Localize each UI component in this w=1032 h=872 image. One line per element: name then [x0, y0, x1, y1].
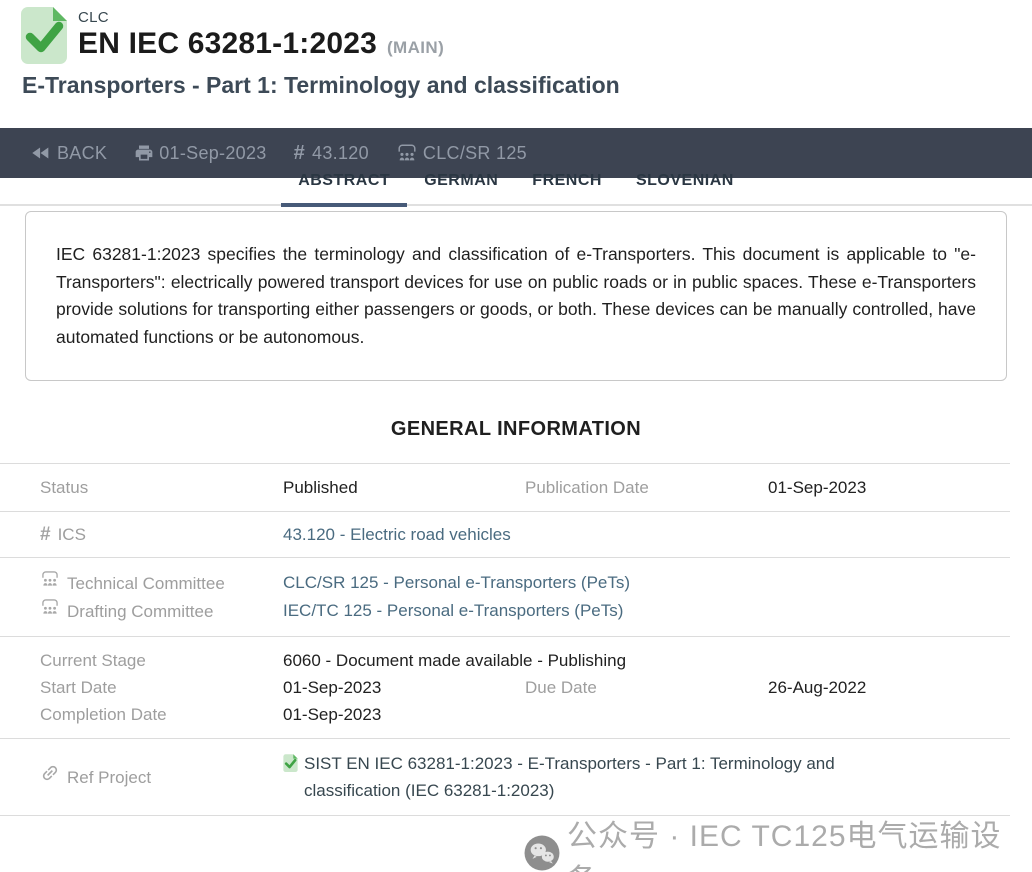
tab-french[interactable]: FRENCH: [515, 172, 619, 204]
status-value: Published: [283, 474, 525, 501]
back-button[interactable]: BACK: [30, 142, 107, 164]
drafting-committee-label: Drafting Committee: [40, 597, 283, 625]
current-stage-value: 6060 - Document made available - Publish…: [283, 647, 1010, 674]
ics-value-link[interactable]: 43.120 - Electric road vehicles: [283, 521, 1010, 548]
technical-committee-value[interactable]: CLC/SR 125 - Personal e-Transporters (Pe…: [283, 569, 1010, 597]
technical-committee-label: Technical Committee: [40, 569, 283, 597]
standard-detail-page: CLC EN IEC 63281-1:2023 (MAIN) E-Transpo…: [0, 0, 1032, 872]
status-label: Status: [40, 474, 283, 501]
table-row-committees: Technical Committee CLC/SR 125 - Persona…: [0, 557, 1010, 636]
general-information-heading: GENERAL INFORMATION: [0, 418, 1032, 441]
technical-committee-label-text: Technical Committee: [67, 570, 225, 597]
table-row-ics: # ICS 43.120 - Electric road vehicles: [0, 511, 1010, 557]
publish-date: 01-Sep-2023: [159, 143, 266, 164]
ref-project-label: Ref Project: [40, 750, 283, 804]
due-date-value: 26-Aug-2022: [768, 674, 1010, 701]
ics-code: 43.120: [312, 143, 369, 164]
groups-icon: [396, 142, 418, 164]
hash-icon: #: [294, 142, 305, 165]
start-date-value: 01-Sep-2023: [283, 674, 525, 701]
page-header: CLC EN IEC 63281-1:2023 (MAIN) E-Transpo…: [0, 0, 1032, 128]
organization-label: CLC: [78, 9, 109, 26]
completion-date-label: Completion Date: [40, 701, 283, 728]
document-check-icon: [20, 6, 68, 69]
ref-project-text: SIST EN IEC 63281-1:2023 - E-Transporter…: [304, 750, 904, 804]
title-suffix: (MAIN): [387, 38, 444, 58]
page-title: EN IEC 63281-1:2023: [78, 27, 377, 61]
link-icon: [40, 763, 60, 791]
wechat-icon: [524, 835, 560, 872]
tab-slovenian[interactable]: SLOVENIAN: [619, 172, 751, 204]
page-subtitle: E-Transporters - Part 1: Terminology and…: [22, 72, 620, 99]
watermark: 公众号 · IEC TC125电气运输设备: [524, 811, 1032, 872]
hash-icon: #: [40, 521, 51, 548]
tab-abstract[interactable]: ABSTRACT: [281, 172, 407, 204]
title-line: EN IEC 63281-1:2023 (MAIN): [78, 27, 444, 61]
rewind-icon: [30, 142, 52, 164]
current-stage-label: Current Stage: [40, 647, 283, 674]
meta-toolbar: BACK 01-Sep-2023 # 43.120: [0, 128, 1032, 178]
committee-code: CLC/SR 125: [423, 143, 527, 164]
ics-item: # 43.120: [294, 142, 369, 165]
abstract-text: IEC 63281-1:2023 specifies the terminolo…: [56, 241, 976, 351]
table-row-stage: Current Stage 6060 - Document made avail…: [0, 636, 1010, 738]
tab-german[interactable]: GERMAN: [407, 172, 515, 204]
drafting-committee-label-text: Drafting Committee: [67, 598, 213, 625]
table-row-ref-project: Ref Project SIST EN IEC 63281-1:2023 - E…: [0, 738, 1010, 815]
completion-date-value: 01-Sep-2023: [283, 701, 525, 728]
watermark-text: 公众号 · IEC TC125电气运输设备: [567, 811, 1032, 872]
due-date-label: Due Date: [525, 674, 768, 701]
ref-project-link[interactable]: SIST EN IEC 63281-1:2023 - E-Transporter…: [283, 750, 1010, 804]
groups-icon: [40, 569, 60, 597]
back-label: BACK: [57, 143, 107, 164]
printer-icon: [134, 143, 154, 163]
committee-item[interactable]: CLC/SR 125: [396, 142, 527, 164]
publication-date-value: 01-Sep-2023: [768, 474, 1010, 501]
publish-date-item: 01-Sep-2023: [134, 143, 266, 164]
drafting-committee-value[interactable]: IEC/TC 125 - Personal e-Transporters (Pe…: [283, 597, 1010, 625]
start-date-label: Start Date: [40, 674, 283, 701]
table-row-status: Status Published Publication Date 01-Sep…: [0, 463, 1010, 511]
abstract-panel: IEC 63281-1:2023 specifies the terminolo…: [25, 211, 1007, 381]
document-check-icon: [283, 754, 298, 772]
ics-label-text: ICS: [58, 521, 86, 548]
general-information-table: Status Published Publication Date 01-Sep…: [0, 463, 1010, 816]
groups-icon: [40, 597, 60, 625]
publication-date-label: Publication Date: [525, 474, 768, 501]
ref-project-label-text: Ref Project: [67, 764, 151, 791]
ics-label: # ICS: [40, 521, 283, 548]
